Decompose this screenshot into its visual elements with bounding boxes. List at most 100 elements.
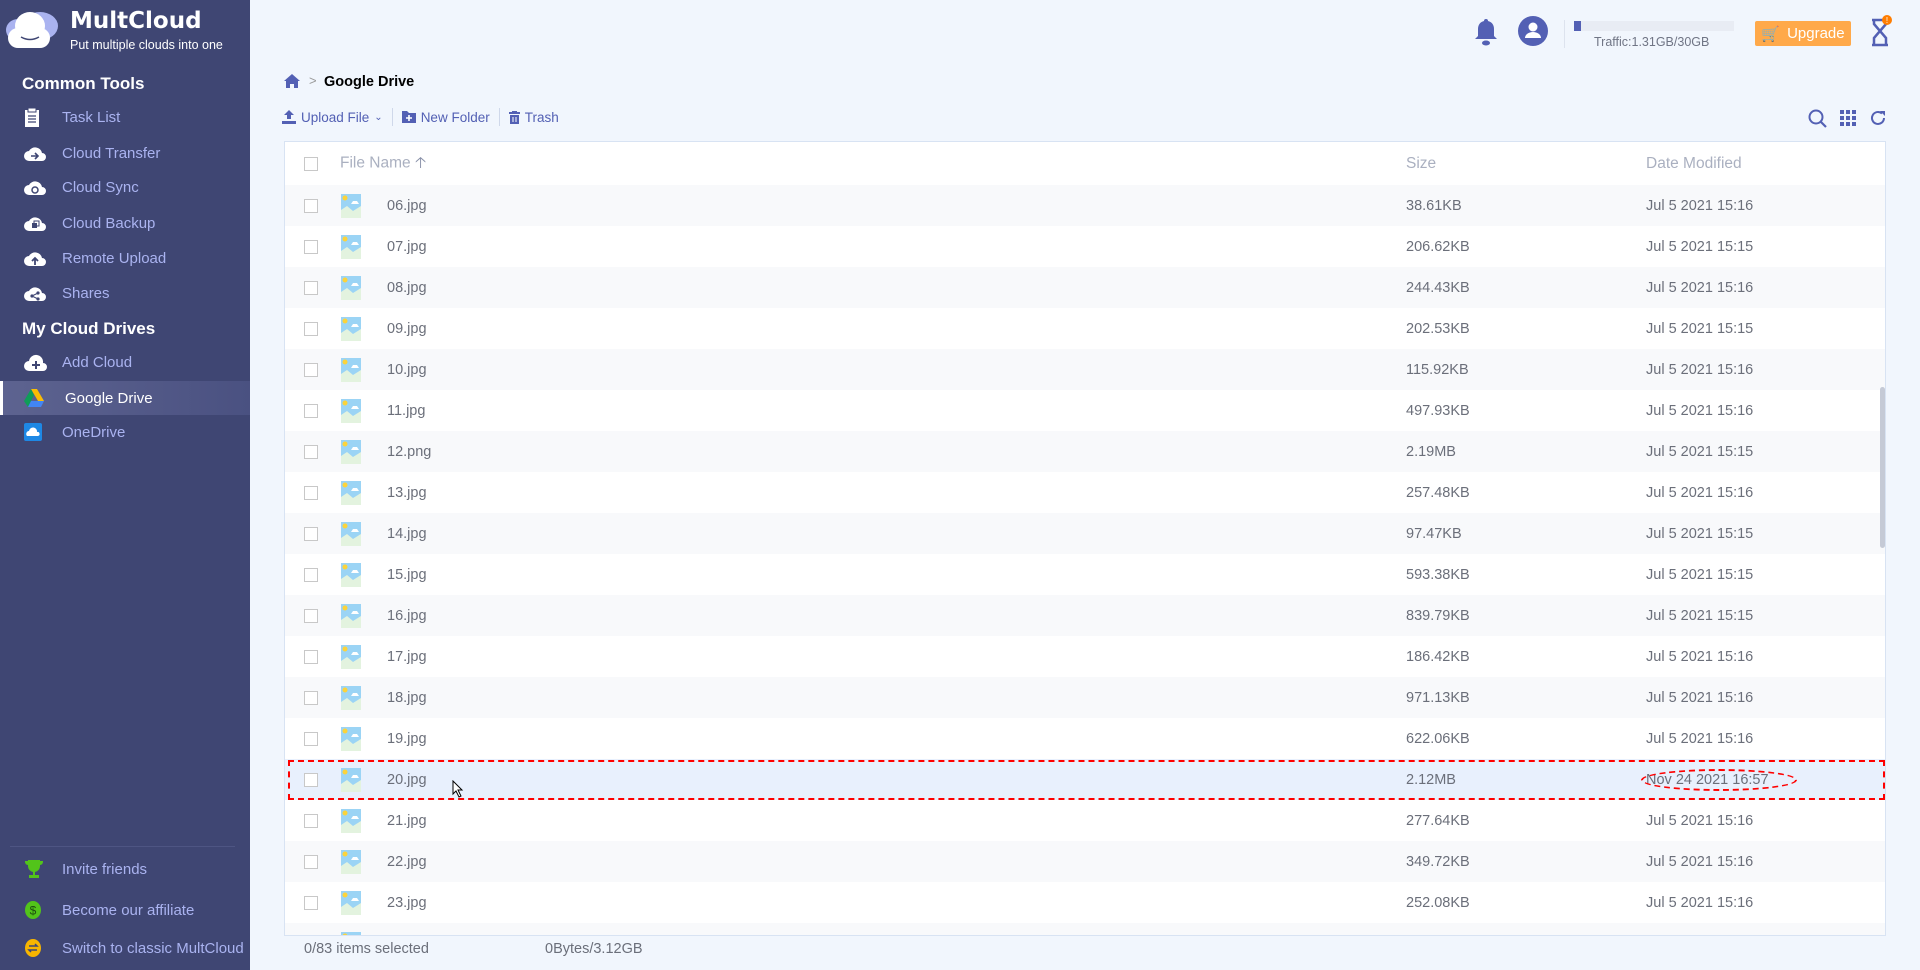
table-row[interactable]: 13.jpg 257.48KB Jul 5 2021 15:16	[285, 472, 1885, 513]
row-checkbox[interactable]	[304, 321, 318, 336]
row-checkbox[interactable]	[304, 526, 318, 541]
table-row[interactable]: 08.jpg 244.43KB Jul 5 2021 15:16	[285, 267, 1885, 308]
file-name[interactable]: 06.jpg	[387, 198, 427, 214]
file-name[interactable]: 13.jpg	[387, 485, 427, 501]
sidebar-item-label: Cloud Sync	[62, 178, 139, 196]
table-row[interactable]: 11.jpg 497.93KB Jul 5 2021 15:16	[285, 390, 1885, 431]
row-checkbox[interactable]	[304, 198, 318, 213]
breadcrumb-separator-icon: >	[309, 73, 317, 88]
my-cloud-drives-heading: My Cloud Drives	[22, 319, 156, 338]
sidebar-item-become-our-affiliate[interactable]: $ Become our affiliate	[0, 893, 250, 927]
file-name[interactable]: 21.jpg	[387, 813, 427, 829]
row-checkbox[interactable]	[304, 403, 318, 418]
home-icon[interactable]	[284, 74, 300, 88]
upload-file-button[interactable]: Upload File ⌄	[282, 110, 383, 125]
breadcrumb-current[interactable]: Google Drive	[324, 74, 414, 90]
column-date-modified[interactable]: Date Modified	[1646, 155, 1742, 173]
sidebar-item-cloud-backup[interactable]: Cloud Backup	[0, 206, 250, 240]
column-size[interactable]: Size	[1406, 155, 1436, 173]
row-checkbox[interactable]	[304, 690, 318, 705]
file-name[interactable]: 09.jpg	[387, 321, 427, 337]
row-checkbox[interactable]	[304, 895, 318, 910]
sidebar-item-shares[interactable]: Shares	[0, 276, 250, 310]
sidebar-item-label: Cloud Backup	[62, 214, 156, 232]
file-size: 622.06KB	[1406, 730, 1470, 747]
table-row[interactable]: 19.jpg 622.06KB Jul 5 2021 15:16	[285, 718, 1885, 759]
table-row[interactable]: 23.jpg 252.08KB Jul 5 2021 15:16	[285, 882, 1885, 923]
file-name[interactable]: 11.jpg	[387, 403, 425, 419]
row-checkbox[interactable]	[304, 444, 318, 459]
table-row[interactable]: 16.jpg 839.79KB Jul 5 2021 15:15	[285, 595, 1885, 636]
file-name[interactable]: 07.jpg	[387, 239, 427, 255]
row-checkbox[interactable]	[304, 854, 318, 869]
row-checkbox[interactable]	[304, 772, 318, 787]
sidebar-item-cloud-transfer[interactable]: Cloud Transfer	[0, 136, 250, 170]
table-row[interactable]: 15.jpg 593.38KB Jul 5 2021 15:15	[285, 554, 1885, 595]
file-name[interactable]: 12.png	[387, 444, 431, 460]
row-checkbox[interactable]	[304, 567, 318, 582]
table-row[interactable]: 22.jpg 349.72KB Jul 5 2021 15:16	[285, 841, 1885, 882]
file-name[interactable]: 15.jpg	[387, 567, 427, 583]
refresh-icon[interactable]	[1869, 109, 1887, 127]
bell-icon[interactable]	[1474, 17, 1498, 47]
file-size: 244.43KB	[1406, 279, 1470, 296]
file-date: Jul 5 2021 15:16	[1646, 361, 1754, 378]
sidebar-item-task-list[interactable]: Task List	[0, 100, 250, 134]
hourglass-icon[interactable]: !	[1869, 15, 1893, 47]
user-avatar-icon[interactable]	[1518, 16, 1548, 46]
row-checkbox[interactable]	[304, 813, 318, 828]
row-checkbox[interactable]	[304, 649, 318, 664]
file-name[interactable]: 20.jpg	[387, 772, 427, 788]
file-date: Jul 5 2021 15:16	[1646, 197, 1754, 214]
table-row[interactable]: 17.jpg 186.42KB Jul 5 2021 15:16	[285, 636, 1885, 677]
file-name[interactable]: 08.jpg	[387, 280, 427, 296]
row-checkbox[interactable]	[304, 239, 318, 254]
table-row[interactable]: 14.jpg 97.47KB Jul 5 2021 15:15	[285, 513, 1885, 554]
table-row[interactable]: 06.jpg 38.61KB Jul 5 2021 15:16	[285, 185, 1885, 226]
table-row[interactable]: 21.jpg 277.64KB Jul 5 2021 15:16	[285, 800, 1885, 841]
sidebar-item-remote-upload[interactable]: Remote Upload	[0, 241, 250, 275]
sidebar-item-onedrive[interactable]: OneDrive	[0, 415, 250, 449]
sidebar-item-google-drive[interactable]: Google Drive	[0, 381, 250, 415]
row-checkbox[interactable]	[304, 608, 318, 623]
file-name[interactable]: 14.jpg	[387, 526, 427, 542]
file-date: Jul 5 2021 15:16	[1646, 894, 1754, 911]
select-all-checkbox[interactable]	[304, 156, 318, 171]
file-name[interactable]: 19.jpg	[387, 731, 427, 747]
table-row[interactable]: 10.jpg 115.92KB Jul 5 2021 15:16	[285, 349, 1885, 390]
sidebar-item-label: Remote Upload	[62, 249, 167, 267]
table-row[interactable]: 09.jpg 202.53KB Jul 5 2021 15:15	[285, 308, 1885, 349]
file-size: 497.93KB	[1406, 402, 1470, 419]
file-name[interactable]: 18.jpg	[387, 690, 427, 706]
sidebar-item-add-cloud[interactable]: Add Cloud	[0, 345, 250, 379]
file-name[interactable]: 22.jpg	[387, 854, 427, 870]
grid-view-icon[interactable]	[1840, 110, 1856, 126]
new-folder-button[interactable]: New Folder	[401, 110, 490, 125]
onedrive-icon	[0, 423, 62, 441]
table-row[interactable]	[285, 923, 1885, 935]
row-checkbox[interactable]	[304, 362, 318, 377]
file-name[interactable]: 10.jpg	[387, 362, 427, 378]
sidebar-item-cloud-sync[interactable]: Cloud Sync	[0, 170, 250, 204]
table-row[interactable]: 07.jpg 206.62KB Jul 5 2021 15:15	[285, 226, 1885, 267]
row-checkbox[interactable]	[304, 280, 318, 295]
file-name[interactable]: 16.jpg	[387, 608, 427, 624]
scrollbar-thumb[interactable]	[1880, 387, 1885, 548]
trash-button[interactable]: Trash	[508, 110, 559, 125]
row-checkbox[interactable]	[304, 485, 318, 500]
sidebar-item-invite-friends[interactable]: Invite friends	[0, 852, 250, 886]
row-checkbox[interactable]	[304, 731, 318, 746]
upgrade-button[interactable]: 🛒 Upgrade	[1755, 21, 1851, 46]
table-row[interactable]: 20.jpg 2.12MB Nov 24 2021 16:57	[285, 759, 1885, 800]
sidebar-item-switch-to-classic-multcloud[interactable]: Switch to classic MultCloud	[0, 931, 250, 965]
file-size: 349.72KB	[1406, 853, 1470, 870]
column-file-name[interactable]: File Name 🡡	[340, 150, 426, 177]
table-row[interactable]: 18.jpg 971.13KB Jul 5 2021 15:16	[285, 677, 1885, 718]
file-name[interactable]: 17.jpg	[387, 649, 427, 665]
table-row[interactable]: 12.png 2.19MB Jul 5 2021 15:15	[285, 431, 1885, 472]
file-size: 186.42KB	[1406, 648, 1470, 665]
brand-name: MultCloud	[70, 8, 202, 34]
search-icon[interactable]	[1808, 109, 1827, 128]
sidebar-item-label: Become our affiliate	[62, 901, 195, 919]
file-name[interactable]: 23.jpg	[387, 895, 427, 911]
